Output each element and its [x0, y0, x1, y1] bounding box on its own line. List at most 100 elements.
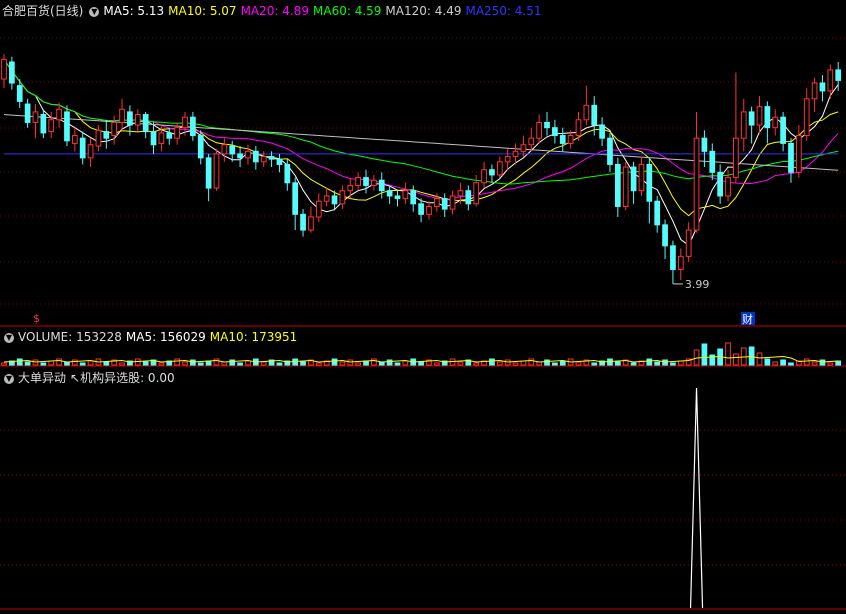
candle-body [544, 121, 550, 129]
candle-body [614, 163, 621, 207]
ma10-line [3, 59, 839, 217]
candle-body [150, 131, 157, 146]
volume-bar [433, 362, 440, 366]
volume-bar [24, 361, 31, 366]
candle-body [654, 200, 661, 226]
volume-bar [260, 361, 267, 366]
candle-body [512, 150, 519, 158]
candle-body [292, 182, 299, 215]
volume-bar [489, 358, 495, 366]
candle-body [347, 184, 354, 192]
candle-body [363, 177, 369, 186]
candle-body [756, 106, 763, 126]
volume-bar [386, 359, 393, 366]
candle-body [449, 195, 456, 210]
volume-bar [71, 359, 78, 366]
candle-body [520, 144, 527, 152]
candle-body [197, 135, 204, 159]
candle-body [709, 150, 716, 173]
candle-body [528, 137, 535, 146]
volume-bar [827, 362, 834, 366]
candle-body [552, 127, 558, 137]
candle-body [95, 129, 102, 147]
volume-bar [79, 362, 86, 366]
candle-body [827, 69, 834, 92]
candle-body [87, 144, 94, 159]
candle-body [64, 111, 70, 142]
stock-chart[interactable]: 3.99 $ 财 [0, 0, 846, 614]
volume-bar [213, 358, 220, 366]
candle-body [229, 145, 236, 155]
volume-bar [103, 361, 110, 366]
low-price-label: 3.99 [685, 278, 710, 291]
volume-bar [646, 358, 653, 366]
candle-body [205, 157, 212, 189]
candle-body [410, 190, 417, 205]
ma20-line [3, 59, 839, 201]
candle-body [670, 245, 676, 270]
volume-bar [197, 362, 204, 366]
candle-body [24, 103, 31, 123]
candle-body [158, 132, 165, 144]
candle-body [701, 137, 708, 152]
candle-body [717, 171, 724, 197]
candle-body [693, 137, 700, 231]
volume-bar [142, 361, 149, 366]
candle-body [9, 61, 15, 84]
candle-body [418, 203, 424, 215]
volume-bar [315, 362, 322, 366]
volume-bar [300, 361, 306, 366]
candle-body [457, 190, 464, 197]
candle-body [733, 137, 739, 179]
candle-body [433, 198, 440, 207]
volume-bar [552, 362, 558, 366]
candle-body [355, 177, 362, 186]
volume-bar [229, 359, 236, 366]
candle-body [237, 153, 243, 159]
volume-bar [237, 362, 243, 366]
candle-body [426, 205, 432, 215]
candle-body [111, 121, 118, 137]
volume-bar [158, 362, 165, 366]
candle-body [182, 116, 188, 129]
volume-bar [174, 358, 180, 366]
candle-body [575, 119, 582, 137]
dividend-marker: $ [33, 312, 40, 325]
volume-bar [87, 360, 94, 366]
volume-bar [331, 358, 338, 366]
volume-bar [355, 362, 362, 366]
volume-bar [394, 362, 401, 366]
volume-bar [119, 362, 125, 366]
volume-bar [371, 358, 377, 366]
candle-body [567, 135, 574, 144]
candle-body [504, 156, 511, 163]
volume-bar [803, 358, 810, 366]
candle-body [103, 131, 110, 139]
candle-body [764, 106, 771, 129]
candle-body [268, 156, 275, 160]
candle-body [1, 58, 7, 80]
volume-bar [1, 362, 7, 366]
candle-body [748, 111, 755, 126]
candle-body [308, 216, 314, 231]
candle-body [48, 119, 55, 133]
candle-body [772, 116, 779, 129]
candle-body [166, 132, 173, 139]
volume-bar [457, 361, 464, 366]
candle-body [323, 195, 330, 202]
candle-body [213, 153, 220, 189]
candle-body [607, 137, 613, 165]
candle-body [819, 82, 826, 92]
candle-body [441, 198, 448, 210]
volume-bar [654, 361, 661, 366]
volume-bar [701, 343, 708, 366]
volume-bar [528, 358, 535, 366]
candle-body [300, 213, 306, 231]
volume-bar [811, 361, 818, 366]
candle-body [16, 85, 23, 102]
volume-bar [418, 361, 424, 366]
candle-body [252, 150, 259, 163]
candle-body [142, 114, 149, 133]
candle-body [331, 195, 338, 205]
candle-body [339, 190, 346, 205]
